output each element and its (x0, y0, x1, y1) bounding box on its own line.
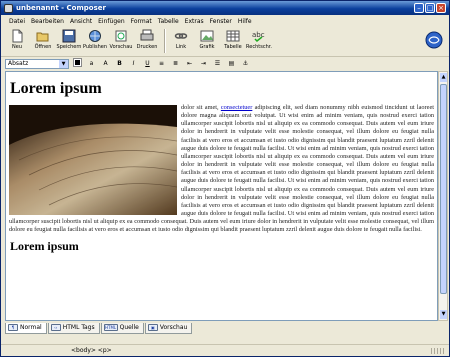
scroll-down-icon[interactable]: ▼ (440, 310, 447, 319)
bullet-list-button[interactable]: ≡ (156, 59, 167, 69)
menu-bar: Datei Bearbeiten Ansicht Einfügen Format… (1, 16, 449, 26)
new-button[interactable]: Neu (5, 27, 29, 55)
html-tags-icon: ‹› (50, 324, 61, 331)
print-icon (140, 29, 154, 41)
preview-icon (115, 30, 127, 42)
book-photo (9, 105, 177, 215)
app-icon (4, 3, 13, 13)
paragraph-format-select[interactable]: Absatz ▼ (5, 59, 69, 69)
open-icon (36, 32, 49, 42)
anchor-button[interactable]: ⚓ (240, 59, 251, 69)
color-swatch-icon (73, 58, 82, 67)
underline-button[interactable]: U (142, 59, 153, 69)
menu-format[interactable]: Format (131, 18, 152, 25)
menu-datei[interactable]: Datei (9, 18, 25, 25)
menu-bearbeiten[interactable]: Bearbeiten (31, 18, 64, 25)
window-title: unbenannt - Composer (16, 4, 106, 12)
save-button[interactable]: Speichern (57, 27, 81, 55)
text-color-button[interactable] (72, 58, 83, 69)
menu-einfuegen[interactable]: Einfügen (98, 18, 124, 25)
align-button[interactable]: ☰ (212, 59, 223, 69)
title-bar[interactable]: unbenannt - Composer – □ × (1, 1, 449, 15)
font-larger-button[interactable]: A (100, 59, 111, 69)
new-icon (12, 29, 23, 43)
composer-window: unbenannt - Composer – □ × Datei Bearbei… (0, 0, 450, 357)
scroll-up-icon[interactable]: ▲ (440, 73, 447, 82)
menu-ansicht[interactable]: Ansicht (70, 18, 92, 25)
outdent-button[interactable]: ⇤ (184, 59, 195, 69)
minimize-button[interactable]: – (414, 3, 424, 13)
resize-grip-icon[interactable] (431, 348, 445, 354)
tab-preview[interactable]: ▣ Vorschau (144, 322, 193, 334)
menu-tabelle[interactable]: Tabelle (158, 18, 179, 25)
tab-normal[interactable]: ¶ Normal (5, 322, 47, 334)
paragraph-link[interactable]: consectetuer (221, 104, 252, 111)
menu-fenster[interactable]: Fenster (210, 18, 232, 25)
link-button[interactable]: Link (169, 27, 193, 55)
spellcheck-button[interactable]: abc Rechtschr. (246, 27, 272, 55)
preview-button[interactable]: Vorschau (109, 27, 133, 55)
maximize-button[interactable]: □ (425, 3, 435, 13)
chevron-down-icon: ▼ (59, 60, 68, 68)
table-icon (226, 30, 240, 42)
close-button[interactable]: × (436, 3, 446, 13)
tab-source[interactable]: HTML Quelle (100, 322, 144, 334)
preview-tab-icon: ▣ (147, 324, 158, 331)
throbber-globe-icon (425, 31, 443, 49)
menu-extras[interactable]: Extras (185, 18, 204, 25)
link-icon (174, 33, 188, 39)
publish-icon (89, 30, 101, 42)
spellcheck-icon: abc (252, 31, 265, 43)
menu-hilfe[interactable]: Hilfe (238, 18, 252, 25)
second-heading: Lorem ipsum (10, 238, 79, 253)
table-button[interactable]: Tabelle (221, 27, 245, 55)
composition-toolbar: Neu Öffnen Speichern Publishen Vorschau … (1, 27, 449, 57)
edit-mode-tabs: ¶ Normal ‹› HTML Tags HTML Quelle ▣ Vorschau (5, 322, 445, 334)
document-editor[interactable]: Lorem ipsum dolor sit amet, consectetuer… (5, 71, 438, 321)
italic-button[interactable]: I (128, 59, 139, 69)
save-icon (62, 29, 76, 43)
normal-view-icon: ¶ (8, 324, 18, 331)
bold-button[interactable]: B (114, 59, 125, 69)
vertical-scrollbar[interactable]: ▲ ▼ (438, 71, 448, 321)
indent-button[interactable]: ⇥ (198, 59, 209, 69)
open-button[interactable]: Öffnen (31, 27, 55, 55)
status-bar: <body> <p> (1, 344, 449, 356)
image-icon (200, 30, 214, 42)
scroll-thumb[interactable] (440, 84, 447, 294)
source-icon: HTML (103, 324, 118, 331)
numbered-list-button[interactable]: ≣ (170, 59, 181, 69)
publish-button[interactable]: Publishen (83, 27, 107, 55)
print-button[interactable]: Drucken (135, 27, 159, 55)
image-button[interactable]: Grafik (195, 27, 219, 55)
tab-html-tags[interactable]: ‹› HTML Tags (47, 322, 100, 334)
element-path[interactable]: <body> <p> (71, 347, 112, 354)
insert-button[interactable]: ▤ (226, 59, 237, 69)
toolbar-separator (164, 29, 166, 53)
document-heading: Lorem ipsum (10, 80, 102, 97)
svg-text:abc: abc (252, 31, 265, 39)
font-smaller-button[interactable]: a (86, 59, 97, 69)
format-toolbar: Absatz ▼ a A B I U ≡ ≣ ⇤ ⇥ ☰ ▤ ⚓ (1, 58, 449, 70)
